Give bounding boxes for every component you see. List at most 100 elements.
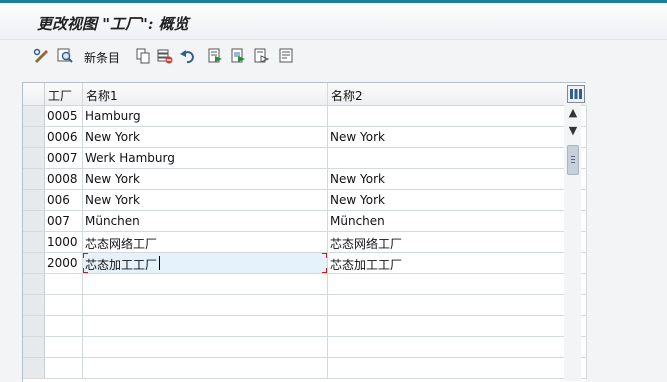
- cell-name2[interactable]: [328, 358, 587, 379]
- row-selector[interactable]: [23, 148, 45, 169]
- cell-plant[interactable]: 006: [45, 190, 83, 211]
- row-selector[interactable]: [23, 106, 45, 127]
- row-selector[interactable]: [23, 358, 45, 379]
- cell-name1[interactable]: 芯态网络工厂: [83, 232, 328, 253]
- cell-plant[interactable]: 0005: [45, 106, 83, 127]
- cell-text: 0005: [47, 109, 78, 123]
- cell-text: 1000: [47, 235, 78, 249]
- cell-name1[interactable]: [83, 274, 328, 295]
- cell-plant[interactable]: [45, 337, 83, 358]
- cell-text: New York: [330, 130, 385, 144]
- select-all-icon[interactable]: [206, 47, 224, 65]
- select-all-rows-corner[interactable]: [23, 83, 45, 106]
- column-header-plant[interactable]: 工厂: [45, 83, 83, 106]
- cell-name1[interactable]: New York: [83, 169, 328, 190]
- cell-text: 0006: [47, 130, 78, 144]
- cell-text: 0007: [47, 151, 78, 165]
- cell-text: 006: [47, 193, 70, 207]
- column-header-label: 名称2: [331, 89, 363, 103]
- cell-text: Hamburg: [85, 109, 141, 123]
- cell-name2[interactable]: [328, 274, 587, 295]
- vertical-scrollbar[interactable]: ▲ ▼: [564, 103, 581, 381]
- cell-name2[interactable]: 芯态网络工厂: [328, 232, 587, 253]
- column-header-name1[interactable]: 名称1: [83, 83, 328, 106]
- row-selector[interactable]: [23, 316, 45, 337]
- cell-text: 芯态加工工厂: [330, 258, 403, 272]
- toggle-display-change-icon[interactable]: [32, 47, 50, 65]
- row-selector[interactable]: [23, 295, 45, 316]
- plant-table: 工厂 名称1 名称2 0005 Hamburg 0006 New York New Yo…: [22, 82, 587, 382]
- cell-plant[interactable]: 1000: [45, 232, 83, 253]
- cell-text: New York: [330, 172, 385, 186]
- cell-name1[interactable]: [83, 316, 328, 337]
- cell-plant[interactable]: 0006: [45, 127, 83, 148]
- column-configuration-icon[interactable]: [567, 85, 585, 103]
- input-check-marker: [83, 268, 88, 273]
- cell-name1[interactable]: New York: [83, 127, 328, 148]
- row-selector[interactable]: [23, 127, 45, 148]
- row-selector[interactable]: [23, 211, 45, 232]
- cell-plant[interactable]: 2000: [45, 253, 83, 274]
- column-header-label: 名称1: [86, 89, 118, 103]
- cell-text: München: [85, 214, 140, 228]
- cell-name1[interactable]: Hamburg: [83, 106, 328, 127]
- application-toolbar: 新条目: [28, 45, 667, 69]
- column-header-label: 工厂: [48, 89, 73, 103]
- cell-plant[interactable]: [45, 295, 83, 316]
- cell-plant[interactable]: [45, 316, 83, 337]
- cell-plant[interactable]: [45, 358, 83, 379]
- new-entries-button[interactable]: 新条目: [84, 49, 120, 66]
- scroll-up-icon[interactable]: ▲: [567, 107, 579, 119]
- cell-name2[interactable]: New York: [328, 169, 587, 190]
- cell-plant[interactable]: 0007: [45, 148, 83, 169]
- cell-name1[interactable]: New York: [83, 190, 328, 211]
- cell-name2[interactable]: New York: [328, 190, 587, 211]
- cell-name2[interactable]: [328, 337, 587, 358]
- cell-plant[interactable]: 0008: [45, 169, 83, 190]
- cell-plant[interactable]: 007: [45, 211, 83, 232]
- cell-text: 007: [47, 214, 70, 228]
- cell-name2[interactable]: [328, 316, 587, 337]
- input-check-marker: [322, 253, 327, 258]
- copy-as-icon[interactable]: [134, 47, 152, 65]
- cell-name1[interactable]: [83, 358, 328, 379]
- row-selector[interactable]: [23, 190, 45, 211]
- cell-name2[interactable]: [328, 295, 587, 316]
- cell-plant[interactable]: [45, 274, 83, 295]
- input-check-marker: [322, 268, 327, 273]
- scroll-thumb[interactable]: [567, 145, 579, 175]
- cell-name1[interactable]: München: [83, 211, 328, 232]
- undo-change-icon[interactable]: [179, 47, 197, 65]
- cell-text: New York: [85, 172, 140, 186]
- row-selector[interactable]: [23, 337, 45, 358]
- select-block-icon[interactable]: [229, 47, 247, 65]
- row-selector[interactable]: [23, 232, 45, 253]
- row-selector[interactable]: [23, 274, 45, 295]
- cell-text: New York: [85, 193, 140, 207]
- cell-name1[interactable]: [83, 337, 328, 358]
- deselect-all-icon[interactable]: [252, 47, 270, 65]
- page-title: 更改视图 "工厂": 概览: [37, 15, 189, 33]
- column-header-name2[interactable]: 名称2: [328, 83, 586, 106]
- cell-name1[interactable]: [83, 295, 328, 316]
- row-selector[interactable]: [23, 253, 45, 274]
- cell-name1[interactable]: Werk Hamburg: [83, 148, 328, 169]
- delete-icon[interactable]: [156, 47, 174, 65]
- cell-text: 芯态网络工厂: [330, 237, 403, 251]
- other-view-icon[interactable]: [56, 47, 74, 65]
- cell-name2[interactable]: [328, 148, 587, 169]
- title-bar: 更改视图 "工厂": 概览: [0, 3, 667, 40]
- cell-text: 芯态加工工厂: [85, 258, 158, 272]
- scroll-down-icon[interactable]: ▼: [567, 125, 579, 137]
- print-icon[interactable]: [277, 47, 295, 65]
- cell-name2[interactable]: 芯态加工工厂: [328, 253, 587, 274]
- cell-text: 2000: [47, 256, 78, 270]
- cell-name2[interactable]: [328, 106, 587, 127]
- cell-name2[interactable]: München: [328, 211, 587, 232]
- active-input-cell[interactable]: 芯态加工工厂: [83, 253, 328, 274]
- cell-name2[interactable]: New York: [328, 127, 587, 148]
- text-cursor: [159, 256, 160, 270]
- row-selector[interactable]: [23, 169, 45, 190]
- cell-text: New York: [85, 130, 140, 144]
- cell-text: 0008: [47, 172, 78, 186]
